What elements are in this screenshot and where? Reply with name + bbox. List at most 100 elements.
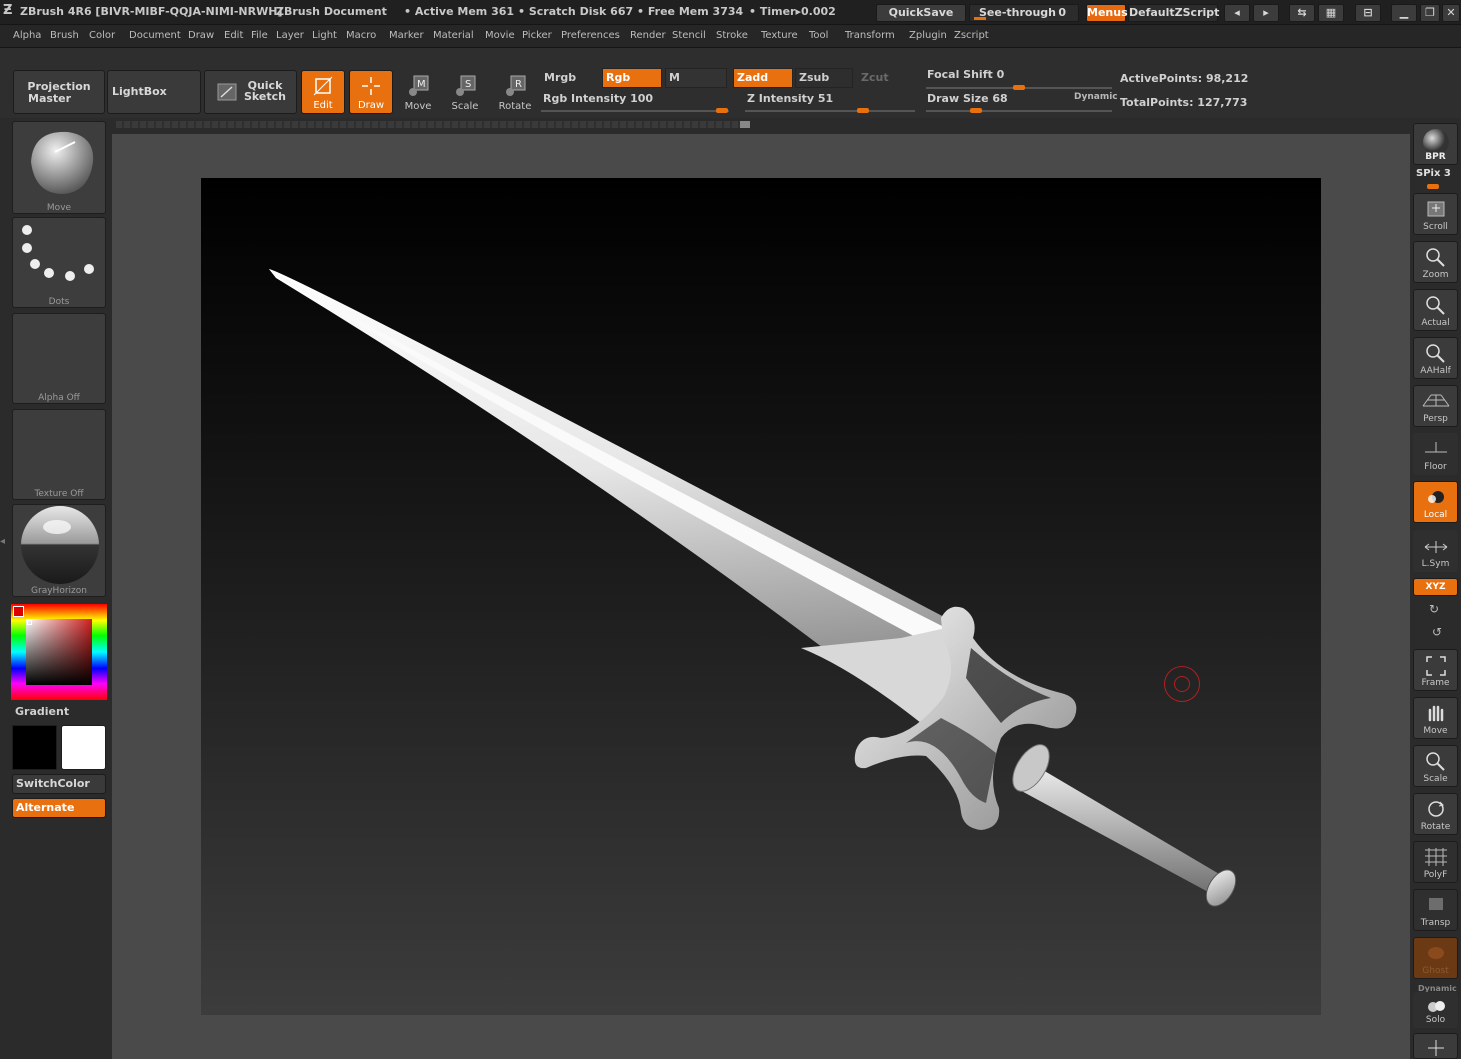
bpr-button[interactable]: BPR (1413, 123, 1458, 165)
solo-button[interactable]: Solo (1413, 992, 1458, 1028)
ghost-button[interactable]: Ghost (1413, 937, 1458, 979)
document-canvas[interactable] (201, 178, 1321, 1015)
menu-stencil[interactable]: Stencil (672, 30, 706, 41)
menu-alpha[interactable]: Alpha (13, 30, 41, 41)
rotate-z-icon[interactable]: ↺ (1432, 625, 1442, 639)
rotate-view-button[interactable]: Rotate (1413, 793, 1458, 835)
close-icon[interactable]: ✕ (1442, 4, 1460, 22)
quick-sketch-button[interactable]: Quick Sketch (204, 70, 297, 114)
edit-button[interactable]: Edit (301, 70, 345, 114)
menu-movie[interactable]: Movie (485, 30, 515, 41)
move-mode-button[interactable]: M Move (396, 70, 440, 114)
menu-material[interactable]: Material (433, 30, 474, 41)
actual-button[interactable]: Actual (1413, 289, 1458, 331)
ghost-icon (1427, 947, 1444, 959)
draw-size-slider[interactable] (926, 110, 1112, 112)
zsub-button[interactable]: Zsub (795, 68, 853, 88)
z-intensity-slider[interactable] (745, 110, 915, 112)
see-through-value: 0 (1058, 6, 1066, 19)
menu-brush[interactable]: Brush (50, 30, 79, 41)
rgb-button[interactable]: Rgb (602, 68, 662, 88)
scale-view-button[interactable]: Scale (1413, 745, 1458, 787)
color-picker[interactable] (11, 604, 107, 700)
persp-button[interactable]: Persp (1413, 385, 1458, 427)
xpose-button[interactable] (1413, 1033, 1458, 1059)
restore-layout-icon[interactable]: ⇆ (1289, 4, 1315, 22)
menu-zplugin[interactable]: Zplugin (909, 30, 947, 41)
menus-toggle[interactable]: Menus (1086, 4, 1128, 22)
solo-label: Solo (1425, 1015, 1446, 1025)
menu-light[interactable]: Light (312, 30, 337, 41)
brush-label: Move (46, 203, 72, 213)
mrgb-button[interactable]: Mrgb (540, 68, 602, 88)
sword-model (269, 269, 1237, 907)
texture-tile[interactable]: Texture Off (12, 409, 106, 500)
local-button[interactable]: Local (1413, 481, 1458, 523)
polyf-button[interactable]: PolyF (1413, 841, 1458, 883)
material-tile[interactable]: GrayHorizon (12, 504, 106, 597)
lightbox-button[interactable]: LightBox (107, 70, 201, 114)
zcut-button[interactable]: Zcut (857, 68, 915, 88)
m-button[interactable]: M (665, 68, 727, 88)
layout-prev-icon[interactable]: ◂ (1224, 4, 1250, 22)
menu-zscript[interactable]: Zscript (954, 30, 989, 41)
projection-master-button[interactable]: Projection Master (13, 70, 105, 114)
secondary-color-swatch[interactable] (12, 725, 57, 770)
quicksave-button[interactable]: QuickSave (876, 4, 966, 22)
stroke-tile[interactable]: Dots (12, 217, 106, 308)
menu-preferences[interactable]: Preferences (561, 30, 620, 41)
minimize-icon[interactable]: ▁ (1391, 4, 1417, 22)
transp-button[interactable]: Transp (1413, 889, 1458, 931)
menu-color[interactable]: Color (89, 30, 115, 41)
menu-stroke[interactable]: Stroke (716, 30, 748, 41)
switchcolor-button[interactable]: SwitchColor (12, 774, 106, 794)
quick-sketch-icon (217, 83, 237, 101)
color-picker-square[interactable] (26, 619, 92, 685)
aahalf-button[interactable]: AAHalf (1413, 337, 1458, 379)
menu-tool[interactable]: Tool (809, 30, 828, 41)
draw-size-knob[interactable] (970, 108, 982, 113)
xyz-button[interactable]: XYZ (1413, 578, 1458, 596)
stroke-label: Dots (48, 297, 70, 307)
spix-slider[interactable] (1427, 184, 1439, 189)
draw-button[interactable]: Draw (349, 70, 393, 114)
menu-document[interactable]: Document (129, 30, 181, 41)
lock-icon[interactable]: ⊟ (1355, 4, 1381, 22)
default-zscript-button[interactable]: DefaultZScript (1128, 4, 1219, 22)
rotate-mode-button[interactable]: R Rotate (493, 70, 537, 114)
menu-texture[interactable]: Texture (761, 30, 798, 41)
menu-marker[interactable]: Marker (389, 30, 424, 41)
alternate-button[interactable]: Alternate (12, 798, 106, 818)
zoom-button[interactable]: Zoom (1413, 241, 1458, 283)
focal-shift-knob[interactable] (1013, 85, 1025, 90)
scale-mode-button[interactable]: S Scale (443, 70, 487, 114)
menu-picker[interactable]: Picker (522, 30, 552, 41)
menu-draw[interactable]: Draw (188, 30, 214, 41)
left-tray-arrow-icon[interactable]: ◂ (0, 536, 6, 560)
move-view-button[interactable]: Move (1413, 697, 1458, 739)
rgb-intensity-slider[interactable] (541, 110, 729, 112)
brush-tile[interactable]: Move (12, 121, 106, 214)
maximize-icon[interactable]: ❐ (1420, 4, 1440, 22)
scroll-button[interactable]: Scroll (1413, 193, 1458, 235)
main-color-swatch[interactable] (61, 725, 106, 770)
menu-file[interactable]: File (251, 30, 268, 41)
layout-next-icon[interactable]: ▸ (1253, 4, 1279, 22)
local-icon (1427, 491, 1444, 503)
menu-layer[interactable]: Layer (276, 30, 304, 41)
zadd-button[interactable]: Zadd (733, 68, 793, 88)
menu-edit[interactable]: Edit (224, 30, 243, 41)
menu-transform[interactable]: Transform (845, 30, 895, 41)
menu-macro[interactable]: Macro (346, 30, 376, 41)
floor-button[interactable]: Floor (1413, 433, 1458, 475)
rgb-intensity-knob[interactable] (716, 108, 728, 113)
rotate-y-icon[interactable]: ↻ (1429, 602, 1439, 616)
frame-button[interactable]: Frame (1413, 649, 1458, 691)
see-through-slider[interactable]: See-through 0 (969, 4, 1079, 22)
z-intensity-knob[interactable] (857, 108, 869, 113)
menu-render[interactable]: Render (630, 30, 666, 41)
lsym-button[interactable]: L.Sym (1413, 530, 1458, 572)
layout-icon[interactable]: ▦ (1318, 4, 1344, 22)
dynamic-toggle[interactable]: Dynamic (1074, 92, 1118, 102)
alpha-tile[interactable]: Alpha Off (12, 313, 106, 404)
